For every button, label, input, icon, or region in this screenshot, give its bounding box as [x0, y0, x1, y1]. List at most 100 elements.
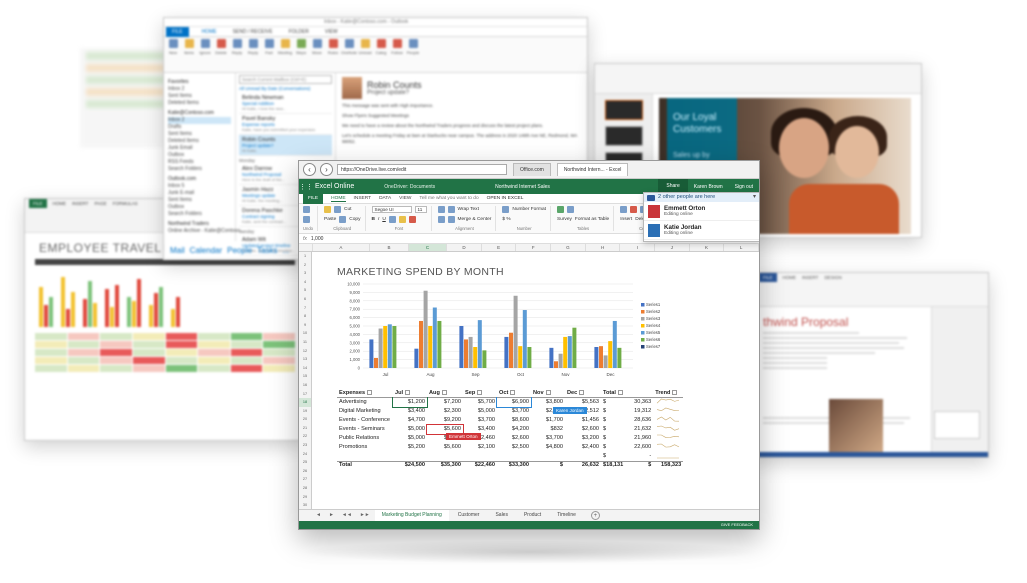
table-cell[interactable]: $5,000	[463, 407, 497, 416]
chart-bar[interactable]	[477, 320, 482, 368]
folder-item[interactable]: Junk E-mail	[168, 190, 231, 197]
italic-button[interactable]: I	[378, 217, 379, 222]
chart-bar[interactable]	[437, 320, 442, 368]
column-header[interactable]: D	[447, 244, 482, 251]
table-cell[interactable]: $4,800	[531, 443, 565, 452]
tab-send-receive[interactable]: SEND / RECEIVE	[230, 29, 276, 35]
table-cell[interactable]: $5,200	[393, 443, 427, 452]
app-grid-icon[interactable]: ⋮⋮	[299, 180, 313, 194]
table-cell[interactable]: $3,700	[531, 434, 565, 443]
table-cell[interactable]: $6,900	[496, 396, 532, 408]
sheet-nav-first[interactable]: ◄◄	[339, 510, 355, 521]
filter-dropdown-icon[interactable]	[441, 389, 447, 395]
filter-dropdown-icon[interactable]	[579, 389, 585, 395]
filter-all[interactable]: All	[239, 86, 244, 91]
chart-bar[interactable]	[464, 339, 468, 368]
chart-bar[interactable]	[594, 347, 599, 368]
table-cell[interactable]: $	[601, 425, 625, 434]
chart-bar[interactable]	[603, 355, 608, 368]
folder-group[interactable]: Outlook.com	[168, 176, 231, 183]
table-cell[interactable]: $3,200	[565, 434, 601, 443]
table-cell[interactable]: 21,632	[625, 425, 653, 434]
table-cell[interactable]: $3,700	[463, 416, 497, 425]
sheet-tab-timeline[interactable]: Timeline	[550, 510, 583, 521]
column-header[interactable]: B	[370, 244, 409, 251]
column-header[interactable]: L	[724, 244, 759, 251]
sheet-tab-sales[interactable]: Sales	[488, 510, 515, 521]
row-header[interactable]: 12	[299, 347, 311, 356]
font-color-icon[interactable]	[408, 216, 416, 223]
redo-icon[interactable]	[303, 216, 310, 223]
underline-button[interactable]: U	[382, 217, 385, 222]
ignore-button[interactable]: Ignore	[199, 39, 211, 70]
align-center-icon[interactable]	[437, 216, 445, 223]
new-items-button[interactable]: Items	[183, 39, 195, 70]
total-cell[interactable]: $18,131	[601, 460, 626, 470]
worksheet-grid[interactable]: MARKETING SPEND BY MONTH 0 1,000 2,000 3,00…	[313, 252, 759, 510]
filter-sort[interactable]: By Date (Conversations)	[261, 86, 310, 91]
column-title[interactable]: Aug	[427, 389, 463, 398]
row-header[interactable]: 6	[299, 295, 311, 304]
merge-center-button[interactable]: Merge & Center	[458, 217, 492, 222]
copy-button[interactable]: Copy	[349, 217, 360, 222]
column-header[interactable]: A	[313, 244, 371, 251]
chart-bar[interactable]	[387, 324, 392, 368]
table-cell[interactable]: -	[625, 452, 653, 462]
filter-unread[interactable]: Unread	[245, 86, 260, 91]
row-header[interactable]: 13	[299, 355, 311, 364]
tab-view[interactable]: VIEW	[399, 196, 411, 201]
total-cell[interactable]: $22,460	[463, 460, 497, 470]
table-cell[interactable]: $	[601, 397, 625, 407]
slide-thumbnail[interactable]	[605, 100, 643, 120]
row-header[interactable]: 28	[299, 484, 311, 493]
table-cell[interactable]	[531, 452, 565, 462]
row-header[interactable]: 15	[299, 372, 311, 381]
table-cell[interactable]: $8,600	[497, 416, 531, 425]
move-button[interactable]: Move	[311, 39, 323, 70]
table-cell[interactable]: Events - Seminars	[337, 425, 393, 434]
table-cell[interactable]: $1,700	[531, 416, 565, 425]
font-size-select[interactable]: 11	[414, 206, 427, 213]
chart-bar[interactable]	[608, 341, 613, 368]
align-icon[interactable]	[437, 206, 445, 213]
address-bar[interactable]: https://OneDrive.live.com/edit	[337, 164, 507, 175]
folder-item[interactable]: Sent Items	[168, 131, 231, 138]
tab-data[interactable]: DATA	[379, 196, 391, 201]
filter-dropdown-icon[interactable]	[672, 389, 678, 395]
table-cell[interactable]	[337, 452, 393, 462]
reply-all-button[interactable]: Reply	[247, 39, 259, 70]
browser-tab-excel[interactable]: Northwind Intern... - Excel	[556, 163, 629, 176]
format-as-table-button[interactable]: Format as Table	[575, 217, 609, 222]
table-cell[interactable]: $2,100	[463, 443, 497, 452]
table-cell[interactable]: 28,636	[625, 416, 653, 425]
table-cell[interactable]: $2,600	[497, 434, 531, 443]
table-cell[interactable]: $	[601, 416, 625, 425]
chart-bar[interactable]	[549, 347, 554, 368]
table-cell[interactable]: $5,600	[427, 443, 463, 452]
file-tab[interactable]: FILE	[759, 273, 777, 282]
file-tab[interactable]: FILE	[29, 199, 47, 208]
user-name[interactable]: Karen Brown	[688, 184, 729, 190]
marketing-chart[interactable]: 0 1,000 2,000 3,000 4,000 5,000 6,000 7,000 8,00…	[333, 280, 683, 380]
list-item[interactable]: Robin Counts Project update? Hi Katie,	[239, 135, 332, 156]
table-cell[interactable]: $5,700	[463, 397, 497, 407]
column-header[interactable]: K	[690, 244, 725, 251]
link-show-flyers[interactable]: Show Flyers	[342, 113, 367, 118]
column-header[interactable]: E	[482, 244, 517, 251]
row-header[interactable]: 9	[299, 321, 311, 330]
table-cell[interactable]	[565, 452, 601, 462]
table-cell[interactable]: $5,563	[565, 397, 601, 407]
chevron-down-icon[interactable]: ▾	[753, 193, 756, 202]
nav-people[interactable]: People	[227, 246, 252, 255]
tab[interactable]: INSERT	[72, 201, 88, 206]
row-header[interactable]: 17	[299, 390, 311, 399]
column-header[interactable]: H	[586, 244, 621, 251]
chart-bar[interactable]	[554, 361, 558, 368]
table-cell[interactable]: Public Relations	[337, 434, 393, 443]
total-cell[interactable]: Total	[337, 460, 393, 470]
table-cell[interactable]: 30,363	[625, 397, 653, 407]
table-cell[interactable]: $3,400	[393, 407, 427, 416]
chart-bar[interactable]	[509, 332, 513, 368]
chart-bar[interactable]	[374, 357, 378, 368]
table-cell[interactable]: $3,800	[531, 397, 565, 407]
